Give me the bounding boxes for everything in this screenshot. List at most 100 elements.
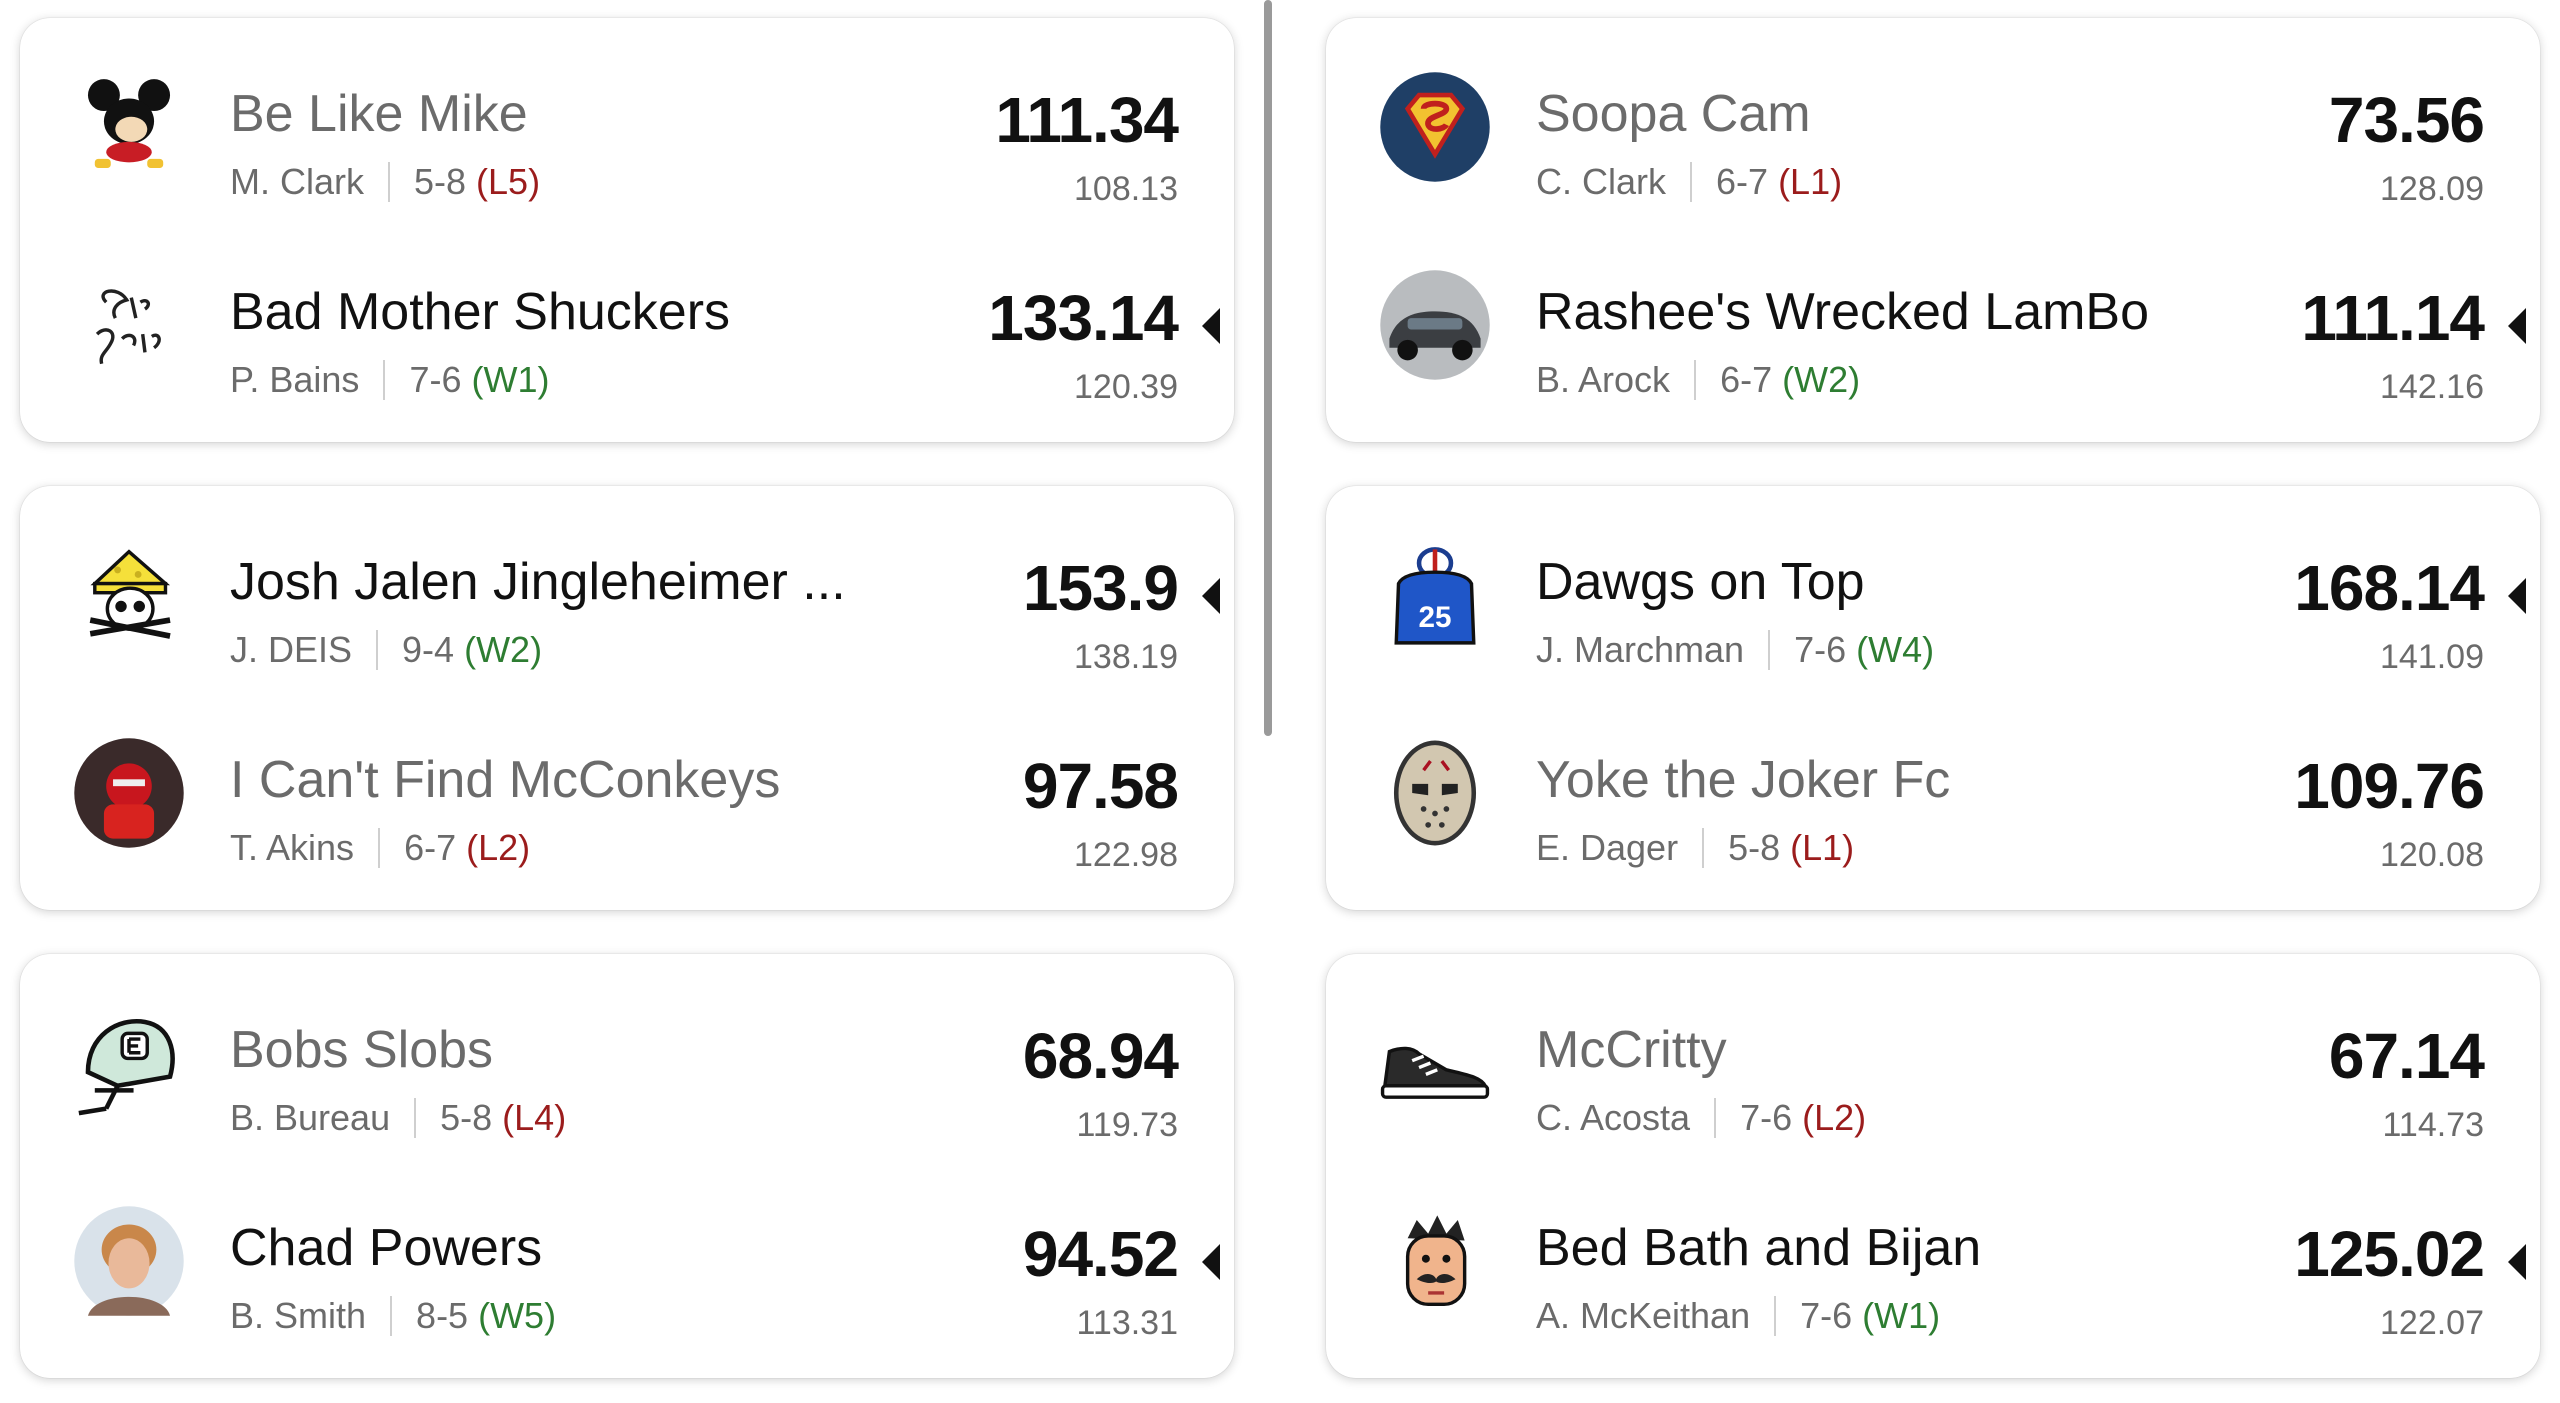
score: 97.58 xyxy=(1022,750,1179,822)
record: 6-7 xyxy=(404,827,457,868)
team-name[interactable]: Dawgs on Top xyxy=(1536,556,1865,608)
owner-name: A. McKeithan xyxy=(1536,1295,1751,1336)
team-row[interactable]: Soopa Cam C. Clark 6-7 (L1) 73.56 128.09 xyxy=(1326,36,2540,216)
record: 7-6 xyxy=(1794,629,1847,670)
team-row[interactable]: Rashee's Wrecked LamBo B. Arock 6-7 (W2) … xyxy=(1326,234,2540,414)
score: 111.34 xyxy=(995,84,1179,156)
team-name[interactable]: Rashee's Wrecked LamBo xyxy=(1536,286,2149,338)
owner-name: E. Dager xyxy=(1536,827,1679,868)
team-name[interactable]: Soopa Cam xyxy=(1536,88,1811,140)
score: 133.14 xyxy=(988,282,1179,354)
score: 73.56 xyxy=(2328,84,2485,156)
shuck-yeah-logo-icon xyxy=(72,268,186,382)
team-name[interactable]: Chad Powers xyxy=(230,1222,542,1274)
separator xyxy=(1702,828,1705,868)
team-name[interactable]: Bad Mother Shuckers xyxy=(230,286,730,338)
team-row[interactable]: Chad Powers B. Smith 8-5 (W5) 94.52 113.3… xyxy=(20,1170,1234,1350)
team-meta: T. Akins 6-7 (L2) xyxy=(230,828,530,868)
owner-name: B. Smith xyxy=(230,1295,367,1336)
projected-score: 141.09 xyxy=(2380,638,2484,676)
team-row[interactable]: Josh Jalen Jingleheimer ... J. DEIS 9-4 (… xyxy=(20,504,1234,684)
owner-name: P. Bains xyxy=(230,359,360,400)
superman-logo-icon xyxy=(1378,70,1492,184)
team-row[interactable]: Be Like Mike M. Clark 5-8 (L5) 111.34 108… xyxy=(20,36,1234,216)
owner-name: J. DEIS xyxy=(230,629,353,670)
jersey-number: 25 xyxy=(1419,601,1452,634)
team-meta: B. Bureau 5-8 (L4) xyxy=(230,1098,566,1138)
streak: (L2) xyxy=(1802,1097,1867,1138)
car-photo-icon xyxy=(1378,268,1492,382)
projected-score: 119.73 xyxy=(1076,1106,1178,1144)
matchup-card[interactable]: McCritty C. Acosta 7-6 (L2) 67.14 114.73 … xyxy=(1326,954,2540,1378)
matchup-card[interactable]: Josh Jalen Jingleheimer ... J. DEIS 9-4 (… xyxy=(20,486,1234,910)
team-meta: C. Acosta 7-6 (L2) xyxy=(1536,1098,1866,1138)
record: 7-6 xyxy=(1800,1295,1853,1336)
team-meta: J. Marchman 7-6 (W4) xyxy=(1536,630,1934,670)
team-row[interactable]: Bed Bath and Bijan A. McKeithan 7-6 (W1) … xyxy=(1326,1170,2540,1350)
separator xyxy=(390,1296,393,1336)
team-row[interactable]: Bad Mother Shuckers P. Bains 7-6 (W1) 133… xyxy=(20,234,1234,414)
cheese-skull-icon xyxy=(72,538,186,652)
team-row[interactable]: Bobs Slobs B. Bureau 5-8 (L4) 68.94 119.7… xyxy=(20,972,1234,1152)
team-meta: B. Arock 6-7 (W2) xyxy=(1536,360,1860,400)
record: 7-6 xyxy=(409,359,462,400)
separator xyxy=(1714,1098,1717,1138)
separator xyxy=(376,630,379,670)
streak: (W2) xyxy=(464,629,543,670)
team-name[interactable]: Yoke the Joker Fc xyxy=(1536,754,1950,806)
winner-arrow-icon xyxy=(1202,578,1220,614)
team-name[interactable]: Be Like Mike xyxy=(230,88,528,140)
winner-arrow-icon xyxy=(2508,578,2526,614)
team-meta: B. Smith 8-5 (W5) xyxy=(230,1296,556,1336)
winner-arrow-icon xyxy=(1202,1244,1220,1280)
scrollbar[interactable] xyxy=(1264,0,1272,736)
separator xyxy=(383,360,386,400)
team-row[interactable]: McCritty C. Acosta 7-6 (L2) 67.14 114.73 xyxy=(1326,972,2540,1152)
matchup-card[interactable]: Be Like Mike M. Clark 5-8 (L5) 111.34 108… xyxy=(20,18,1234,442)
matchup-card[interactable]: Bobs Slobs B. Bureau 5-8 (L4) 68.94 119.7… xyxy=(20,954,1234,1378)
streak: (L2) xyxy=(466,827,531,868)
team-meta: M. Clark 5-8 (L5) xyxy=(230,162,540,202)
team-name[interactable]: Bed Bath and Bijan xyxy=(1536,1222,1981,1274)
separator xyxy=(378,828,381,868)
team-row[interactable]: I Can't Find McConkeys T. Akins 6-7 (L2) … xyxy=(20,702,1234,882)
projected-score: 138.19 xyxy=(1074,638,1178,676)
team-meta: P. Bains 7-6 (W1) xyxy=(230,360,549,400)
owner-name: B. Bureau xyxy=(230,1097,391,1138)
team-row[interactable]: Yoke the Joker Fc E. Dager 5-8 (L1) 109.7… xyxy=(1326,702,2540,882)
streak: (L5) xyxy=(476,161,541,202)
winner-arrow-icon xyxy=(2508,308,2526,344)
team-name[interactable]: I Can't Find McConkeys xyxy=(230,754,780,806)
separator xyxy=(1694,360,1697,400)
record: 5-8 xyxy=(414,161,467,202)
projected-score: 113.31 xyxy=(1076,1304,1178,1342)
team-row[interactable]: 25 Dawgs on Top J. Marchman 7-6 (W4) 168.… xyxy=(1326,504,2540,684)
winner-arrow-icon xyxy=(1202,308,1220,344)
team-name[interactable]: Bobs Slobs xyxy=(230,1024,493,1076)
score: 168.14 xyxy=(2294,552,2485,624)
projected-score: 114.73 xyxy=(2382,1106,2484,1144)
matchup-card[interactable]: Soopa Cam C. Clark 6-7 (L1) 73.56 128.09 … xyxy=(1326,18,2540,442)
projected-score: 120.08 xyxy=(2380,836,2484,874)
team-name[interactable]: Josh Jalen Jingleheimer ... xyxy=(230,556,846,608)
owner-name: B. Arock xyxy=(1536,359,1671,400)
matchup-card[interactable]: 25 Dawgs on Top J. Marchman 7-6 (W4) 168.… xyxy=(1326,486,2540,910)
record: 5-8 xyxy=(440,1097,493,1138)
team-meta: A. McKeithan 7-6 (W1) xyxy=(1536,1296,1940,1336)
owner-name: M. Clark xyxy=(230,161,364,202)
record: 6-7 xyxy=(1720,359,1773,400)
streak: (L1) xyxy=(1778,161,1843,202)
projected-score: 120.39 xyxy=(1074,368,1178,406)
projected-score: 128.09 xyxy=(2380,170,2484,208)
owner-name: T. Akins xyxy=(230,827,355,868)
sneaker-icon xyxy=(1378,1006,1492,1120)
mickey-avatar-icon xyxy=(72,70,186,184)
mustache-face-icon xyxy=(1378,1204,1492,1318)
jersey-icon: 25 xyxy=(1378,538,1492,652)
team-name[interactable]: McCritty xyxy=(1536,1024,1727,1076)
projected-score: 122.07 xyxy=(2380,1304,2484,1342)
owner-name: C. Acosta xyxy=(1536,1097,1691,1138)
score: 153.9 xyxy=(1022,552,1179,624)
score: 68.94 xyxy=(1022,1020,1179,1092)
team-meta: J. DEIS 9-4 (W2) xyxy=(230,630,542,670)
